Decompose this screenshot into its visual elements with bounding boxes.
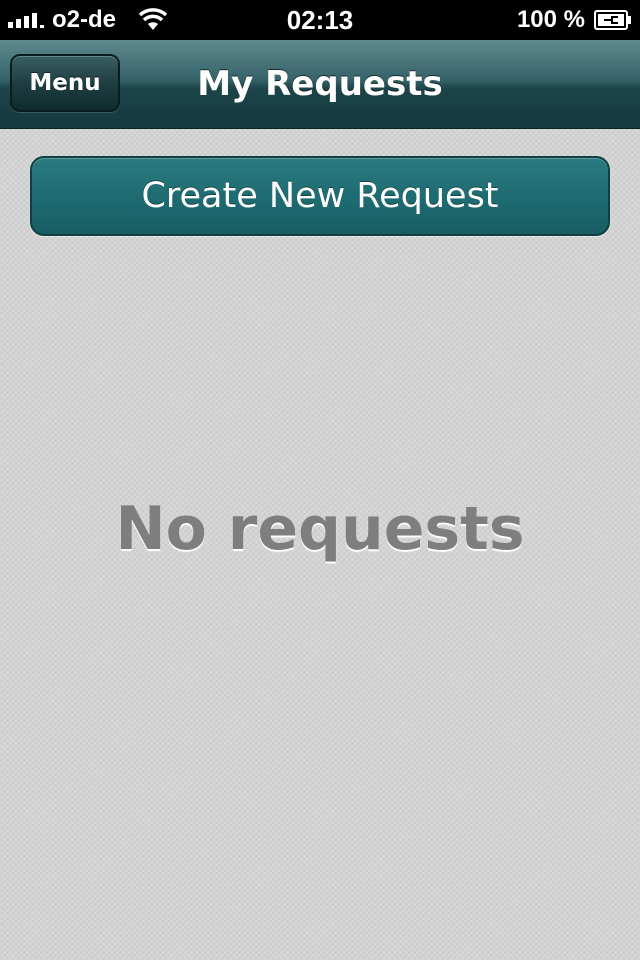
- status-bar: o2-de 02:13 100 %: [0, 0, 640, 40]
- nav-bar: Menu My Requests: [0, 40, 640, 129]
- battery-charging-icon: [594, 10, 631, 30]
- empty-state-message: No requests: [115, 494, 525, 564]
- main-content: Create New Request No requests: [0, 129, 640, 960]
- create-new-request-button[interactable]: Create New Request: [30, 156, 610, 236]
- menu-button[interactable]: Menu: [10, 54, 120, 112]
- battery-percent: 100 %: [516, 6, 585, 33]
- page-title: My Requests: [197, 64, 443, 104]
